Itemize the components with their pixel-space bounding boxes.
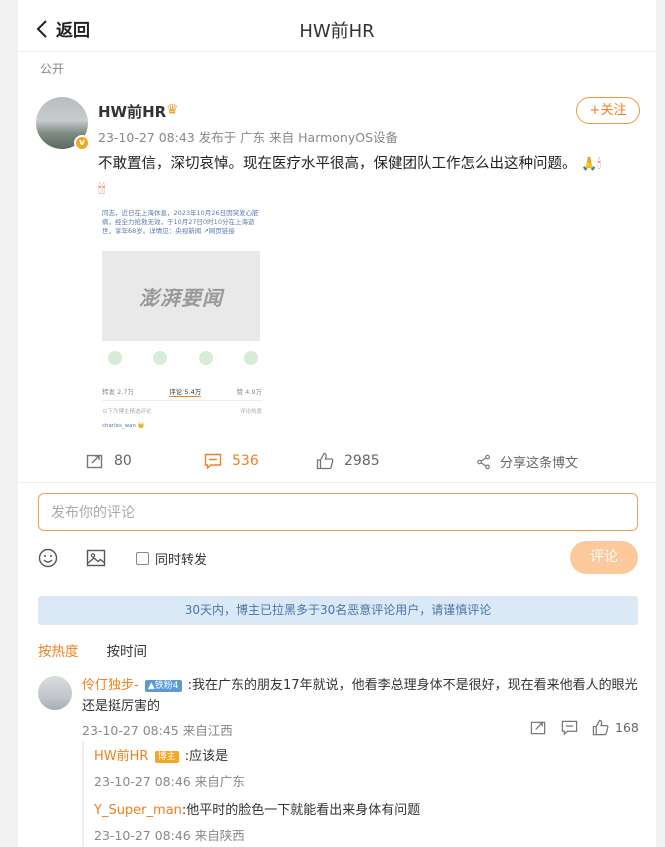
thumbs-up-icon	[316, 452, 334, 470]
comment-button[interactable]: 536	[204, 452, 259, 470]
divider	[18, 482, 656, 483]
reply-item: HW前HR 博主 :应该是	[94, 746, 638, 767]
emoji-icon[interactable]	[38, 548, 58, 568]
image-stat-comment: 评论 5.4万	[169, 388, 202, 397]
repost-icon	[86, 454, 103, 469]
image-watermark: 澎湃要闻	[102, 251, 260, 341]
reply-user[interactable]: Y_Super_man	[94, 803, 182, 818]
share-button[interactable]: 分享这条博文	[476, 452, 578, 471]
comment-sort-tabs: 按热度 按时间	[38, 640, 175, 660]
crown-icon: ♛	[166, 102, 179, 118]
bookmark-icon	[243, 351, 258, 365]
image-note-right: 评论热度	[239, 409, 262, 415]
submit-comment-button[interactable]: 评论	[570, 541, 638, 574]
comment-item: 伶仃独步- ▲铁粉4 :我在广东的朋友17年就说，他看李总理身体不是很好，现在看…	[82, 675, 638, 717]
post-image[interactable]: 同志，近日在上海休息，2023年10月26日因突发心脏病，经全力抢救无效，于10…	[98, 207, 268, 433]
reply-item: Y_Super_man:他平时的脸色一下就能看出来身体有问题	[94, 800, 638, 821]
commenter-avatar[interactable]	[38, 676, 72, 710]
thumbs-up-icon	[592, 719, 609, 736]
reply-list: HW前HR 博主 :应该是 23-10-27 08:46 来自广东 Y_Supe…	[82, 742, 638, 847]
like-button[interactable]: 2985	[316, 452, 380, 470]
like-count: 2985	[344, 453, 380, 469]
reply-text: :应该是	[184, 749, 229, 764]
repost-count: 80	[114, 453, 132, 469]
share-icon	[477, 454, 490, 469]
image-commenter: charles_wan 👑	[102, 423, 145, 429]
post-action-bar: 80 536 2985 分享这条博文	[18, 446, 656, 478]
image-share-icons	[108, 351, 258, 365]
comment-actions: 168	[530, 719, 639, 736]
repost-checkbox[interactable]: 同时转发	[136, 549, 207, 568]
checkbox-icon[interactable]	[136, 551, 149, 565]
comment-like-count: 168	[615, 720, 639, 735]
weibo-post-page: 返回 HW前HR 公开 v HW前HR ♛ 23-10-27 08:43 发布于…	[18, 0, 656, 847]
qq-icon	[198, 351, 213, 365]
post-content: 不敢置信，深切哀悼。现在医疗水平很高，保健团队工作怎么出这种问题。 🙏🕯 🕯🕯	[98, 152, 638, 202]
image-note-left: 以下为博主精选评论	[102, 409, 152, 415]
tab-sort-by-time[interactable]: 按时间	[107, 640, 148, 660]
candle-emoji-icon: 🙏🕯	[581, 157, 601, 172]
image-article-text: 同志，近日在上海休息，2023年10月26日因突发心脏病，经全力抢救无效，于10…	[102, 209, 259, 235]
candle-emoji-icon: 🕯🕯	[98, 182, 106, 197]
reply-text: :他平时的脸色一下就能看出来身体有问题	[181, 803, 421, 818]
image-note: 以下为博主精选评论 评论热度	[102, 407, 262, 415]
image-upload-icon[interactable]	[86, 548, 106, 568]
repost-checkbox-label: 同时转发	[155, 552, 208, 568]
commenter-name[interactable]: 伶仃独步-	[82, 678, 139, 693]
fan-badge: ▲铁粉4	[144, 680, 182, 692]
comment-input[interactable]	[51, 505, 625, 521]
image-stat-repost: 转发 2.7万	[102, 388, 134, 396]
top-bar: 返回 HW前HR	[18, 0, 656, 52]
verified-badge-icon: v	[74, 135, 90, 151]
composer-tools: 同时转发	[38, 545, 207, 571]
post-meta: 23-10-27 08:43 发布于 广东 来自 HarmonyOS设备	[98, 130, 399, 145]
fan-badge-label: 铁粉4	[154, 681, 179, 691]
post-text: 不敢置信，深切哀悼。现在医疗水平很高，保健团队工作怎么出这种问题。	[98, 156, 577, 172]
visibility-label: 公开	[40, 62, 65, 76]
comment-like-button[interactable]: 168	[592, 719, 639, 736]
comment-count: 536	[232, 453, 259, 469]
reply-user[interactable]: HW前HR	[94, 749, 148, 764]
author-badge: 博主	[154, 751, 179, 763]
moderation-notice: 30天内，博主已拉黑多于30名恶意评论用户，请谨慎评论	[38, 596, 638, 625]
comment-composer[interactable]	[38, 493, 638, 531]
follow-button[interactable]: +关注	[576, 97, 640, 124]
reply-time: 23-10-27 08:46 来自陕西	[94, 828, 245, 843]
reply-time: 23-10-27 08:46 来自广东	[94, 774, 245, 789]
share-label: 分享这条博文	[500, 456, 579, 471]
author-name[interactable]: HW前HR	[98, 101, 166, 122]
page-title: HW前HR	[299, 21, 375, 42]
comment-icon[interactable]	[561, 719, 578, 736]
wechat-icon	[108, 351, 122, 365]
moments-icon	[153, 351, 168, 365]
tab-sort-by-hot[interactable]: 按热度	[38, 640, 79, 660]
repost-button[interactable]: 80	[86, 452, 132, 470]
image-stats: 转发 2.7万 评论 5.4万 赞 4.9万	[102, 386, 262, 401]
image-stat-like: 赞 4.9万	[236, 388, 262, 396]
comment-time: 23-10-27 08:45 来自江西	[82, 723, 233, 738]
comment-icon	[204, 453, 222, 470]
repost-icon[interactable]	[530, 719, 547, 736]
